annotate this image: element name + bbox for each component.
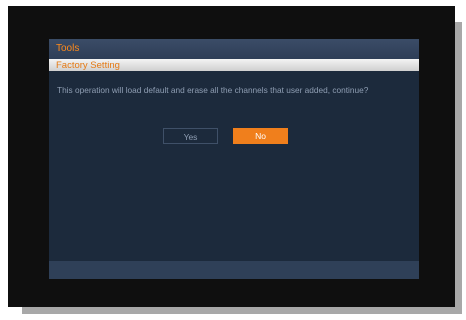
confirmation-message: This operation will load default and era…	[57, 85, 369, 95]
dialog-title: Tools	[56, 43, 80, 54]
no-button[interactable]: No	[233, 128, 288, 144]
dialog-header: Tools	[49, 39, 419, 59]
screen: Tools Factory Setting This operation wil…	[0, 0, 466, 320]
factory-setting-dialog: Tools Factory Setting This operation wil…	[49, 39, 419, 279]
menu-item-factory-setting[interactable]: Factory Setting	[49, 59, 419, 71]
dialog-footer	[49, 261, 419, 279]
dialog-subtitle: Factory Setting	[56, 60, 120, 71]
yes-button[interactable]: Yes	[163, 128, 218, 144]
